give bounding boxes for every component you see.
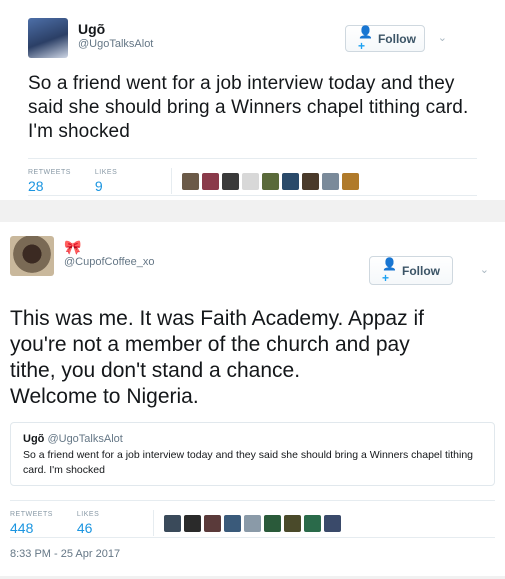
liker-avatar[interactable] <box>204 514 222 532</box>
user-handle[interactable]: @UgoTalksAlot <box>78 37 153 51</box>
quoted-handle: @UgoTalksAlot <box>47 433 123 445</box>
liker-avatars <box>153 510 342 536</box>
tweet-text-line: you're not a member of the church and pa… <box>10 333 410 356</box>
liker-avatar[interactable] <box>184 514 202 532</box>
follow-label: Follow <box>377 31 416 46</box>
quoted-tweet-header: Ugõ @UgoTalksAlot <box>23 433 482 445</box>
quoted-tweet[interactable]: Ugõ @UgoTalksAlot So a friend went for a… <box>10 422 495 486</box>
retweets-label: RETWEETS <box>10 510 53 518</box>
tweet-header: 🎀 @CupofCoffee_xo 👤+ Follow ⌄ <box>10 236 495 286</box>
liker-avatar[interactable] <box>322 172 340 190</box>
tweet-text-line: tithe, you don't stand a chance. <box>10 359 301 382</box>
liker-avatar[interactable] <box>284 514 302 532</box>
liker-avatars <box>171 168 360 194</box>
tweet-text: This was me. It was Faith Academy. Appaz… <box>10 306 495 410</box>
user-handle[interactable]: @CupofCoffee_xo <box>64 255 154 269</box>
tweet-text-line: Welcome to Nigeria. <box>10 385 199 408</box>
retweets-stat[interactable]: RETWEETS 28 <box>28 169 71 194</box>
tweet-card-original: Ugõ @UgoTalksAlot 👤+ Follow ⌄ So a frien… <box>0 0 505 200</box>
chevron-down-icon[interactable]: ⌄ <box>438 31 447 44</box>
liker-avatar[interactable] <box>222 172 240 190</box>
liker-avatar[interactable] <box>324 514 342 532</box>
liker-avatar[interactable] <box>164 514 182 532</box>
likes-stat[interactable]: LIKES 9 <box>95 169 117 194</box>
author-names: 🎀 @CupofCoffee_xo <box>64 239 154 269</box>
avatar[interactable] <box>28 18 68 58</box>
tweet-stats: RETWEETS 28 LIKES 9 <box>28 158 477 196</box>
follow-button[interactable]: 👤+ Follow <box>345 24 425 53</box>
liker-avatar[interactable] <box>202 172 220 190</box>
tweet-text-line: This was me. It was Faith Academy. Appaz… <box>10 307 424 330</box>
retweets-stat[interactable]: RETWEETS 448 <box>10 511 53 536</box>
likes-label: LIKES <box>94 168 118 176</box>
liker-avatar[interactable] <box>262 172 280 190</box>
author-names: Ugõ @UgoTalksAlot <box>78 21 153 51</box>
follow-label: Follow <box>402 263 440 278</box>
liker-avatar[interactable] <box>302 172 320 190</box>
ribbon-icon: 🎀 <box>64 239 82 255</box>
likes-count: 46 <box>76 519 93 536</box>
retweets-count: 28 <box>28 177 44 194</box>
quoted-tweet-text: So a friend went for a job interview tod… <box>23 449 474 476</box>
person-plus-icon: 👤+ <box>358 24 373 53</box>
likes-count: 9 <box>94 177 103 194</box>
tweet-card-reply: 🎀 @CupofCoffee_xo 👤+ Follow ⌄ This was m… <box>0 222 505 576</box>
liker-avatar[interactable] <box>342 172 360 190</box>
person-plus-icon: 👤+ <box>382 256 397 285</box>
likes-label: LIKES <box>76 510 100 518</box>
tweet-header: Ugõ @UgoTalksAlot 👤+ Follow ⌄ <box>28 18 477 68</box>
display-name[interactable]: Ugõ <box>78 21 153 37</box>
liker-avatar[interactable] <box>264 514 282 532</box>
liker-avatar[interactable] <box>182 172 200 190</box>
likes-stat[interactable]: LIKES 46 <box>77 511 99 536</box>
avatar[interactable] <box>10 236 54 276</box>
liker-avatar[interactable] <box>242 172 260 190</box>
liker-avatar[interactable] <box>244 514 262 532</box>
liker-avatar[interactable] <box>224 514 242 532</box>
liker-avatar[interactable] <box>282 172 300 190</box>
retweets-count: 448 <box>10 519 34 536</box>
quoted-display-name: Ugõ <box>23 433 45 445</box>
follow-button[interactable]: 👤+ Follow <box>369 256 453 285</box>
tweet-stats: RETWEETS 448 LIKES 46 <box>10 500 495 538</box>
tweet-text: So a friend went for a job interview tod… <box>28 73 469 142</box>
liker-avatar[interactable] <box>304 514 322 532</box>
retweets-label: RETWEETS <box>28 168 71 176</box>
chevron-down-icon[interactable]: ⌄ <box>480 263 489 276</box>
tweet-timestamp[interactable]: 8:33 PM - 25 Apr 2017 <box>10 548 495 560</box>
